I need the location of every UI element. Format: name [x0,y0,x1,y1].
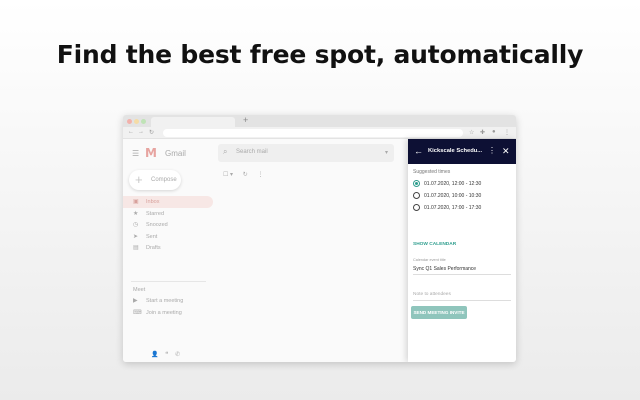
browser-tab[interactable] [151,117,235,127]
headline: Find the best free spot, automatically [56,40,584,69]
radio-checked-icon[interactable] [413,180,420,187]
nav-item-label: Inbox [146,199,160,205]
compose-plus-icon: + [135,172,143,187]
gmail-logo-icon[interactable]: M [145,146,157,160]
browser-window: + ← → ↻ ☆ ✚ ● ⋮ ☰ M Gmail ⌕ Search mail … [123,115,516,362]
panel-header: ← Kickscale Schedu... ⋮ ✕ [408,139,516,164]
nav-item-sent[interactable]: ➤ Sent [123,231,213,243]
gmail-nav: ▣ Inbox ★ Starred ◷ Snoozed ➤ Sent ▤ Dra… [123,196,213,254]
nav-item-start-meeting[interactable]: ▶ Start a meeting [123,295,213,307]
time-option[interactable]: 01.07.2020, 12:00 - 12:30 [413,179,513,189]
time-option-label: 01.07.2020, 17:00 - 17:30 [424,205,482,211]
note-underline [413,300,511,301]
gmail-logo-text: Gmail [165,149,186,158]
extension-icon[interactable]: ✚ [480,129,485,136]
panel-title: Kickscale Schedu... [428,148,483,154]
nav-item-starred[interactable]: ★ Starred [123,208,213,220]
profile-avatar-icon[interactable]: ● [492,129,496,135]
bookmark-star-icon[interactable]: ☆ [469,129,474,136]
hangouts-icon[interactable]: ❝ [165,352,168,358]
close-window-icon[interactable] [127,119,132,124]
nav-item-label: Starred [146,210,165,217]
maximize-window-icon[interactable] [141,119,146,124]
note-to-attendees-input[interactable]: Note to attendees [413,292,451,297]
nav-item-label: Drafts [146,245,161,251]
compose-button[interactable]: + Compose [129,170,181,190]
search-placeholder: Search mail [236,149,268,155]
reload-icon[interactable]: ↻ [149,129,154,136]
browser-menu-icon[interactable]: ⋮ [504,129,510,136]
video-icon: ▶ [133,298,138,304]
event-title-underline [413,274,511,275]
tab-bar: + [123,115,516,127]
nav-item-label: Join a meeting [146,309,182,316]
time-option-label: 01.07.2020, 12:00 - 12:30 [424,181,482,187]
nav-item-label: Snoozed [146,222,168,228]
person-icon[interactable]: 👤 [151,352,158,358]
show-calendar-link[interactable]: SHOW CALENDAR [413,242,456,247]
draft-icon: ▤ [133,245,139,251]
back-arrow-icon[interactable]: ← [414,146,423,156]
gmail-header: ☰ M Gmail ⌕ Search mail ▾ [123,139,408,167]
close-icon[interactable]: ✕ [502,146,510,157]
meet-section-title: Meet [133,287,146,293]
send-icon: ➤ [133,233,139,240]
back-icon[interactable]: ← [128,129,134,135]
search-options-icon[interactable]: ▾ [385,149,388,156]
compose-label: Compose [151,177,177,183]
kickscale-panel: ← Kickscale Schedu... ⋮ ✕ Suggested time… [408,139,516,362]
inbox-icon: ▣ [133,199,139,205]
radio-unchecked-icon[interactable] [413,192,420,199]
select-all-checkbox-icon[interactable]: ☐ ▾ [223,172,233,178]
nav-item-label: Start a meeting [146,298,184,304]
nav-item-inbox[interactable]: ▣ Inbox [123,196,213,208]
nav-item-drafts[interactable]: ▤ Drafts [123,242,213,254]
nav-item-snoozed[interactable]: ◷ Snoozed [123,219,213,231]
time-option-label: 01.07.2020, 10:00 - 10:30 [424,193,482,199]
nav-item-label: Sent [146,233,158,240]
search-icon: ⌕ [223,147,228,156]
phone-icon[interactable]: ✆ [175,352,180,358]
time-option[interactable]: 01.07.2020, 17:00 - 17:30 [413,203,513,213]
url-input[interactable] [163,129,463,137]
suggested-times-label: Suggested times [413,169,451,175]
event-title-label: Calendar event title [413,258,446,262]
new-tab-icon[interactable]: + [243,115,248,125]
search-mail-input[interactable]: ⌕ Search mail ▾ [218,144,394,162]
nav-divider [131,281,206,282]
time-option[interactable]: 01.07.2020, 10:00 - 10:30 [413,191,513,201]
meet-nav: ▶ Start a meeting ⌨ Join a meeting [123,295,213,318]
refresh-icon[interactable]: ↻ [243,172,248,178]
minimize-window-icon[interactable] [134,119,139,124]
star-icon: ★ [133,210,139,217]
address-bar: ← → ↻ ☆ ✚ ● ⋮ [123,127,516,139]
hangouts-bar: 👤 ❝ ✆ [151,351,185,358]
radio-unchecked-icon[interactable] [413,204,420,211]
gmail-app: ☰ M Gmail ⌕ Search mail ▾ ☐ ▾ ↻ ⋮ + Comp… [123,139,408,362]
main-menu-icon[interactable]: ☰ [132,149,139,158]
mail-toolbar: ☐ ▾ ↻ ⋮ [223,171,271,178]
clock-icon: ◷ [133,222,139,228]
event-title-input[interactable]: Sync Q1 Sales Performance [413,266,476,272]
forward-icon[interactable]: → [138,129,144,135]
nav-item-join-meeting[interactable]: ⌨ Join a meeting [123,307,213,319]
keyboard-icon: ⌨ [133,309,142,316]
send-meeting-invite-button[interactable]: SEND MEETING INVITE [411,306,467,319]
more-options-icon[interactable]: ⋮ [257,172,263,178]
panel-more-icon[interactable]: ⋮ [488,146,496,155]
